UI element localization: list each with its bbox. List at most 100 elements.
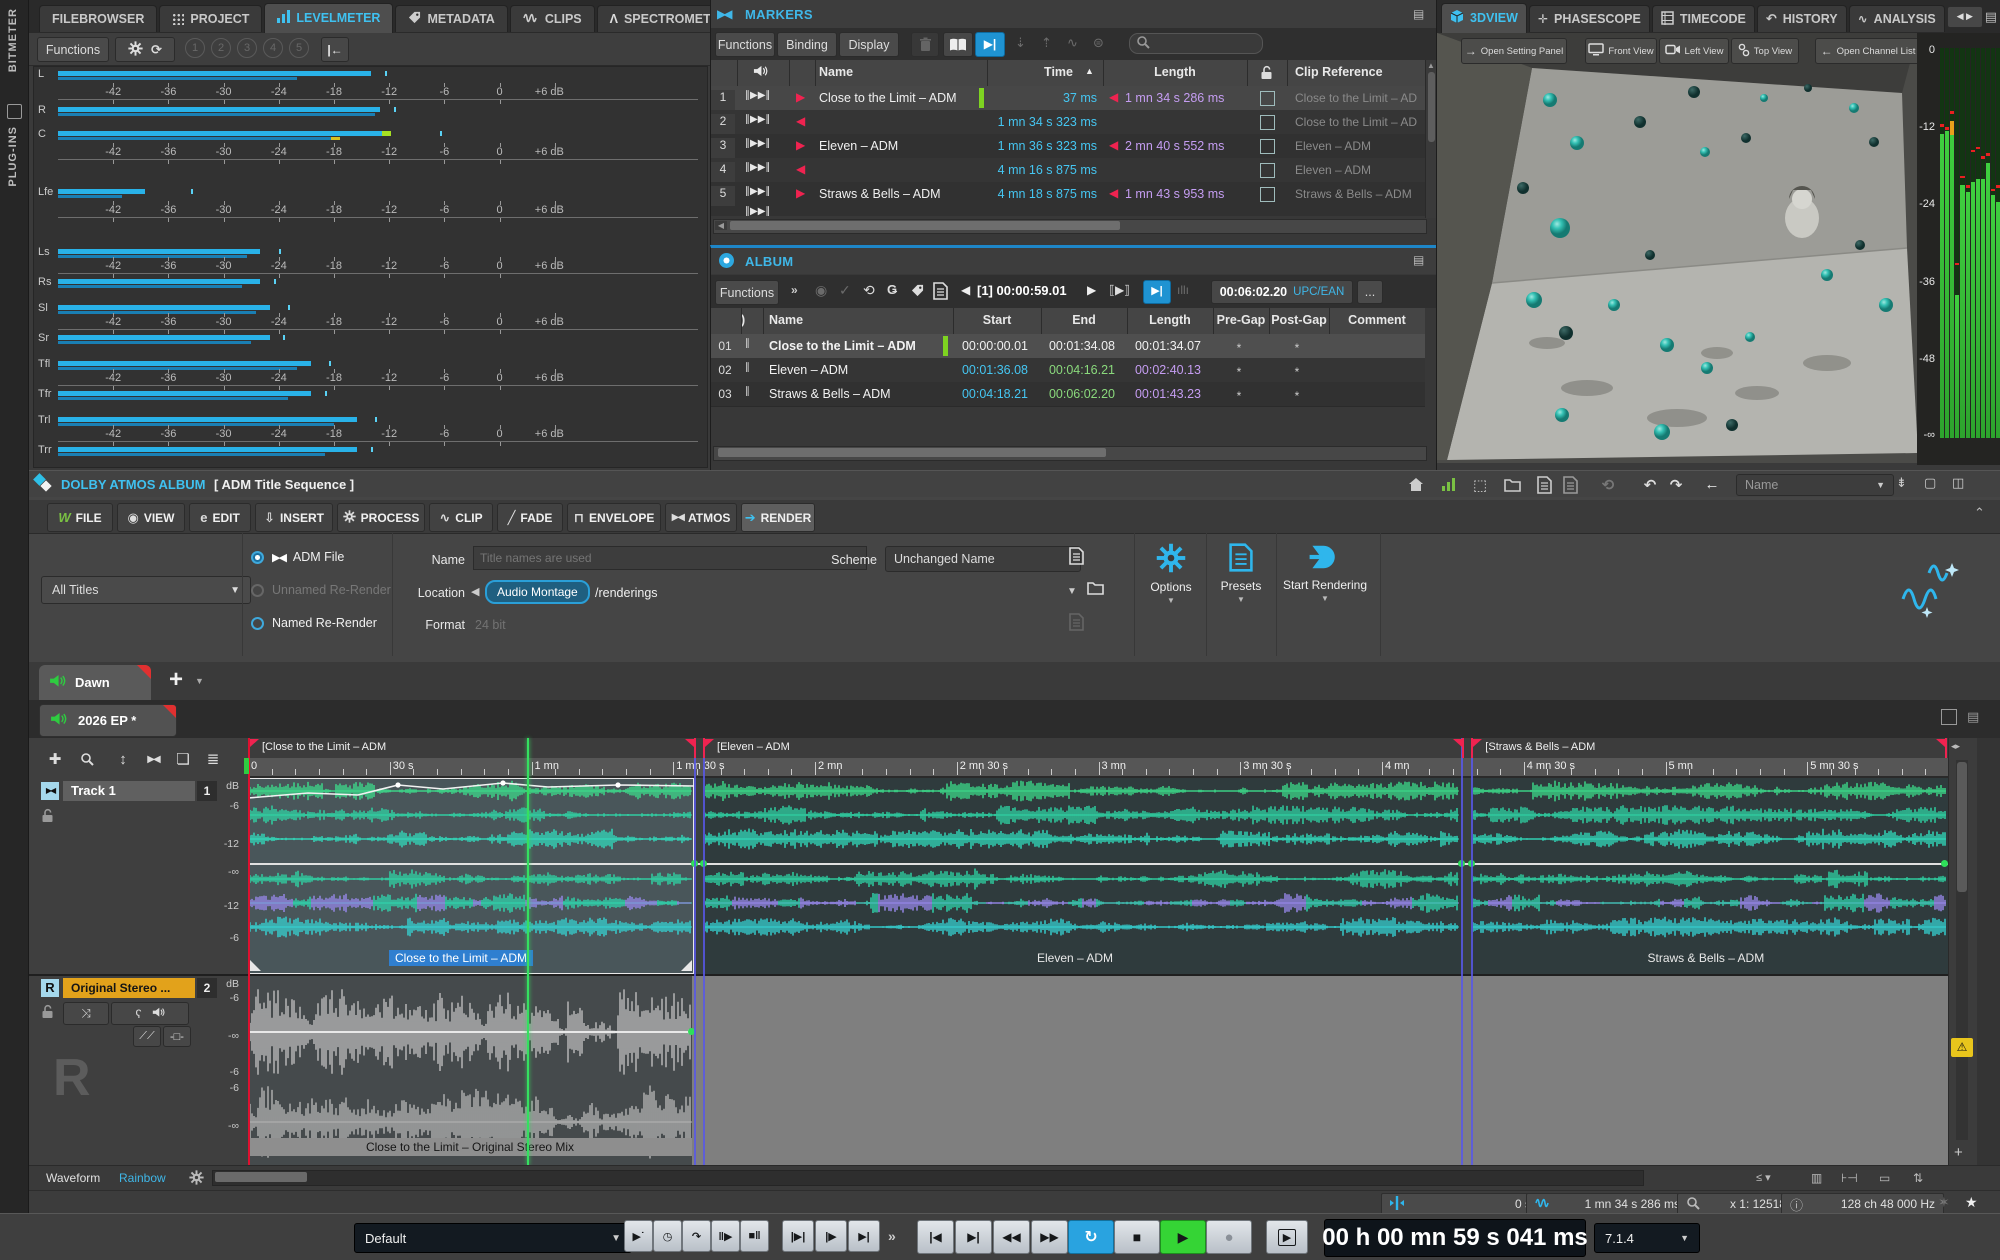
menu-atmos[interactable]: ▶◀ATMOS xyxy=(665,503,737,532)
clip1-name-label[interactable]: Close to the Limit – ADM xyxy=(389,950,533,966)
meter-preset-3[interactable]: 3 xyxy=(237,38,257,58)
menu-edit[interactable]: eEDIT xyxy=(189,503,251,532)
marker-row-4[interactable]: 4∥▶▶∥◀4 mn 16 s 875 msEleven – ADM xyxy=(711,158,1425,183)
album-row-02[interactable]: 02∥Eleven – ADM00:01:36.0800:04:16.2100:… xyxy=(711,358,1425,383)
track1-atmos-icon[interactable]: ▶◀ xyxy=(41,782,59,800)
record-button[interactable]: ● xyxy=(1206,1220,1252,1254)
gear-icon[interactable] xyxy=(128,41,143,59)
scroll-thumb[interactable] xyxy=(215,1172,307,1182)
view-mode-icon[interactable] xyxy=(1941,709,1957,725)
play-options-button[interactable]: ▶ xyxy=(1266,1220,1308,1254)
functions-button[interactable]: Functions xyxy=(37,37,109,62)
album-total-box[interactable]: 00:06:02.20UPC/EAN xyxy=(1211,280,1353,304)
vzoom-icon[interactable]: ⇅ xyxy=(1913,1171,1923,1185)
source-titles-select[interactable]: All Titles▼ xyxy=(41,576,251,604)
playhead-line[interactable] xyxy=(527,738,529,1165)
tab-project[interactable]: PROJECT xyxy=(159,5,262,32)
panel-layout-icon[interactable]: ▤ xyxy=(1985,9,1997,25)
tag-icon[interactable] xyxy=(911,284,924,300)
meter-preset-5[interactable]: 5 xyxy=(289,38,309,58)
transport-preset-select[interactable]: Default ▼ xyxy=(354,1223,632,1253)
scroll-thumb[interactable] xyxy=(1428,72,1435,142)
menu-file[interactable]: WFILE xyxy=(47,503,113,532)
start-rendering-button[interactable]: Start Rendering▼ xyxy=(1279,541,1371,637)
marker-list-icon[interactable] xyxy=(943,32,973,57)
threed-scene[interactable] xyxy=(1437,33,1917,463)
layout-icon[interactable]: ❏ xyxy=(171,748,195,770)
presets-button[interactable]: Presets▼ xyxy=(1209,541,1273,637)
play-from-button[interactable]: |▶ xyxy=(815,1220,847,1252)
clock-button[interactable]: ◷ xyxy=(653,1220,682,1252)
menu-view[interactable]: ◉VIEW xyxy=(117,503,185,532)
status-wave[interactable]: 1 mn 34 s 286 ms xyxy=(1526,1193,1689,1215)
tab-2026-ep[interactable]: 2026 EP * xyxy=(39,704,177,737)
favorite-icon[interactable]: ★ xyxy=(1965,1194,1978,1211)
lock-checkbox[interactable] xyxy=(1260,163,1275,178)
scroll-left-icon[interactable]: ◀ xyxy=(715,221,727,230)
panel-menu-icon[interactable]: ▤ xyxy=(1413,253,1424,267)
prev-title-icon[interactable]: ◀ xyxy=(961,283,970,297)
tab-levelmeter[interactable]: LEVELMETER xyxy=(264,3,393,33)
focus-title-icon[interactable]: ⟦▶⟧ xyxy=(1109,283,1130,297)
atmos-focus-icon[interactable]: ▶◀ xyxy=(141,748,165,770)
time-display[interactable]: 00 h 00 mn 59 s 041 ms xyxy=(1324,1219,1586,1257)
lock-checkbox[interactable] xyxy=(1260,139,1275,154)
add-montage-dropdown-icon[interactable]: ▼ xyxy=(195,676,204,686)
track2-connector-button[interactable]: -□- xyxy=(163,1026,191,1047)
tab-dawn[interactable]: Dawn xyxy=(39,665,151,700)
play-to-title-icon[interactable]: ▶| xyxy=(1143,280,1171,304)
track2-fade-button[interactable]: ⟋⟋ xyxy=(133,1026,161,1047)
tab-plugins[interactable]: PLUG-INS xyxy=(7,126,19,187)
reset-icon[interactable]: ⟳ xyxy=(151,42,162,58)
track1-name[interactable]: Track 1 xyxy=(63,781,195,801)
location-dropdown-icon[interactable]: ▼ xyxy=(1067,586,1077,597)
meter-view-icon[interactable]: ⊦⊣ xyxy=(1841,1171,1858,1185)
channel-config-select[interactable]: 7.1.4 ▼ xyxy=(1594,1223,1700,1253)
rewind-button[interactable]: ◀◀ xyxy=(993,1220,1030,1254)
reset-peaks-button[interactable]: |← xyxy=(321,37,349,62)
radio-adm-file[interactable]: ▶◀ADM File xyxy=(251,547,344,567)
report-icon[interactable] xyxy=(933,282,948,303)
marker-row-3[interactable]: 3∥▶▶∥▶Eleven – ADM1 mn 36 s 323 ms◀2 mn … xyxy=(711,134,1425,159)
menu-fade[interactable]: ╱FADE xyxy=(497,503,563,532)
scroll-thumb[interactable] xyxy=(718,448,1106,457)
tab-clips[interactable]: CLIPS xyxy=(510,5,595,32)
preroll-play-button[interactable]: ▶˙ xyxy=(624,1220,653,1252)
grid-green-icon[interactable] xyxy=(1436,475,1460,494)
tab-history[interactable]: ↶HISTORY xyxy=(1757,5,1847,32)
timeline-hscrollbar[interactable] xyxy=(212,1170,1644,1186)
track2-routing-button[interactable]: ⤨ xyxy=(63,1002,109,1025)
maximize-icon[interactable]: ▢ xyxy=(1924,475,1936,491)
region-end-flag[interactable] xyxy=(1945,738,1947,758)
options-button[interactable]: Options▼ xyxy=(1139,541,1203,637)
meter-preset-4[interactable]: 4 xyxy=(263,38,283,58)
montage-start-marker[interactable] xyxy=(244,758,249,774)
vscroll-thumb[interactable] xyxy=(1957,762,1967,892)
play-to-button[interactable]: ▶| xyxy=(848,1220,880,1252)
scroll-thumb[interactable] xyxy=(730,221,1120,230)
track2-empty-region[interactable] xyxy=(692,976,1948,1165)
album-row-01[interactable]: 01∥Close to the Limit – ADM00:00:00.0100… xyxy=(711,334,1425,359)
panel-toggle-icon[interactable]: ◫ xyxy=(1952,475,1964,491)
open-setting-panel-button[interactable]: →Open Setting Panel xyxy=(1461,38,1567,64)
redo-icon[interactable]: ↷ xyxy=(1664,475,1688,494)
snapshot-icon[interactable]: ✶ xyxy=(1938,1194,1950,1211)
play-button[interactable]: ▶ xyxy=(1160,1220,1206,1254)
tab-metadata[interactable]: METADATA xyxy=(395,5,507,32)
left-view-button[interactable]: Left View xyxy=(1659,38,1729,64)
track2-reference-badge[interactable]: R xyxy=(41,979,59,997)
navigate-back-icon[interactable]: ← xyxy=(1700,475,1724,494)
marker-row-5[interactable]: 5∥▶▶∥▶Straws & Bells – ADM4 mn 18 s 875 … xyxy=(711,182,1425,207)
functions-button[interactable]: Functions xyxy=(715,32,775,57)
export-file-icon[interactable] xyxy=(1558,475,1582,494)
undo-icon[interactable]: ↶ xyxy=(1638,475,1662,494)
radio-named-re-render[interactable]: Named Re-Render xyxy=(251,613,377,633)
tab-analysis[interactable]: ∿ANALYSIS xyxy=(1849,5,1945,32)
lock-checkbox[interactable] xyxy=(1260,187,1275,202)
stop-button[interactable]: ■ xyxy=(1114,1220,1160,1254)
lock-checkbox[interactable] xyxy=(1260,91,1275,106)
more-transport-icon[interactable]: » xyxy=(888,1228,896,1244)
marker-row-1[interactable]: 1∥▶▶∥▶Close to the Limit – ADM37 ms◀1 mn… xyxy=(711,86,1425,111)
track2-lock-icon[interactable] xyxy=(41,1004,54,1022)
display-button[interactable]: Display xyxy=(839,32,899,57)
